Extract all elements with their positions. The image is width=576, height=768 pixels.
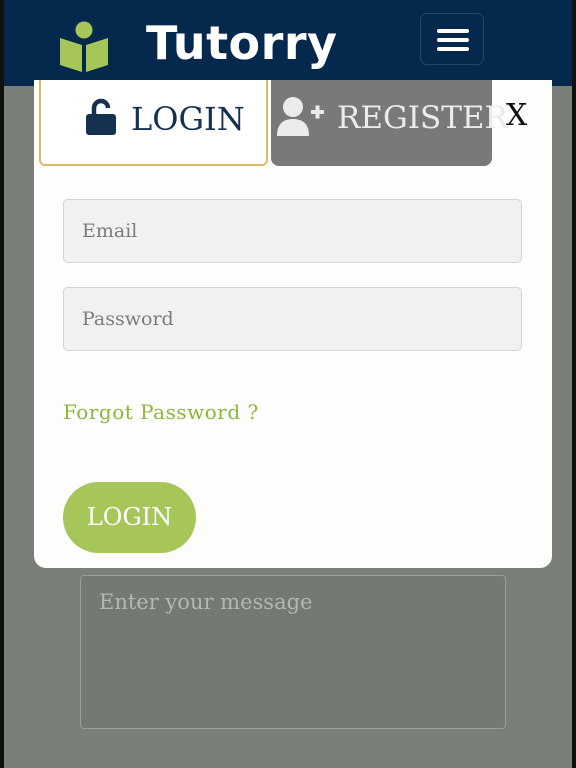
menu-line-icon [437, 47, 469, 51]
login-modal: LOGIN REGISTER X Forgot Password ? LOGIN [34, 80, 552, 568]
menu-line-icon [437, 38, 469, 42]
header-bar: Tutorry [4, 0, 572, 86]
login-button[interactable]: LOGIN [63, 482, 196, 553]
tab-login-label: LOGIN [131, 100, 245, 138]
brand-name[interactable]: Tutorry [146, 16, 338, 71]
tab-register-label: REGISTER [337, 100, 508, 136]
book-reader-icon [60, 21, 108, 72]
message-textarea[interactable]: Enter your message [80, 575, 506, 729]
forgot-password-link[interactable]: Forgot Password ? [63, 400, 259, 424]
tab-register[interactable]: REGISTER [271, 80, 508, 166]
page: Tutorry Enter your message LOGIN REGISTE [4, 0, 572, 768]
email-field[interactable] [63, 199, 522, 263]
hamburger-menu-button[interactable] [420, 13, 484, 65]
close-button[interactable]: X [506, 98, 527, 134]
message-placeholder: Enter your message [99, 590, 313, 614]
user-plus-icon [277, 97, 324, 136]
tab-login[interactable]: LOGIN [39, 80, 268, 166]
password-field[interactable] [63, 287, 522, 351]
unlock-icon [86, 98, 116, 135]
menu-line-icon [437, 29, 469, 33]
